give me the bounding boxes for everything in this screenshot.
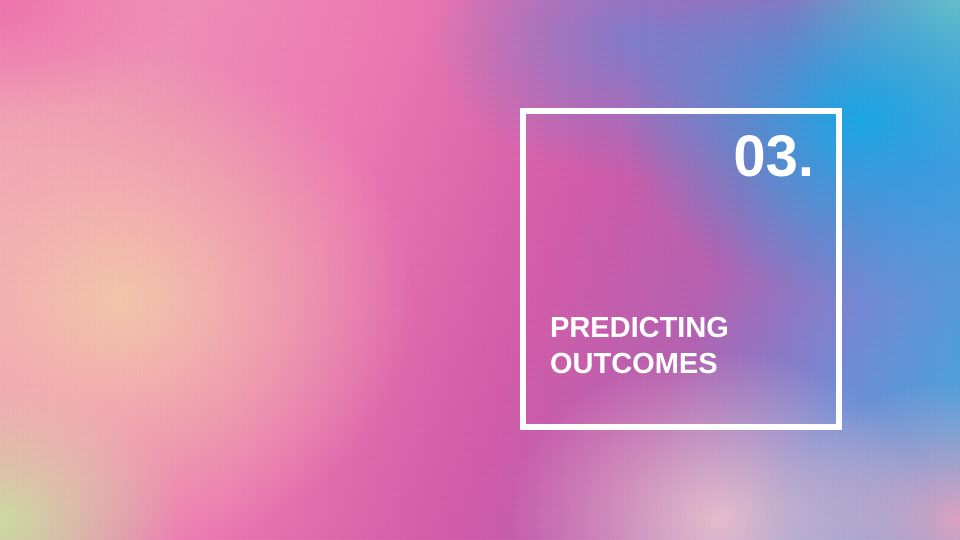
slide-background: 03. PREDICTING OUTCOMES: [0, 0, 960, 540]
section-frame: 03. PREDICTING OUTCOMES: [520, 108, 842, 430]
section-title-line-2: OUTCOMES: [550, 348, 718, 380]
section-number: 03.: [733, 124, 814, 189]
section-title-line-1: PREDICTING: [550, 312, 729, 344]
section-title: PREDICTING OUTCOMES: [550, 310, 820, 382]
